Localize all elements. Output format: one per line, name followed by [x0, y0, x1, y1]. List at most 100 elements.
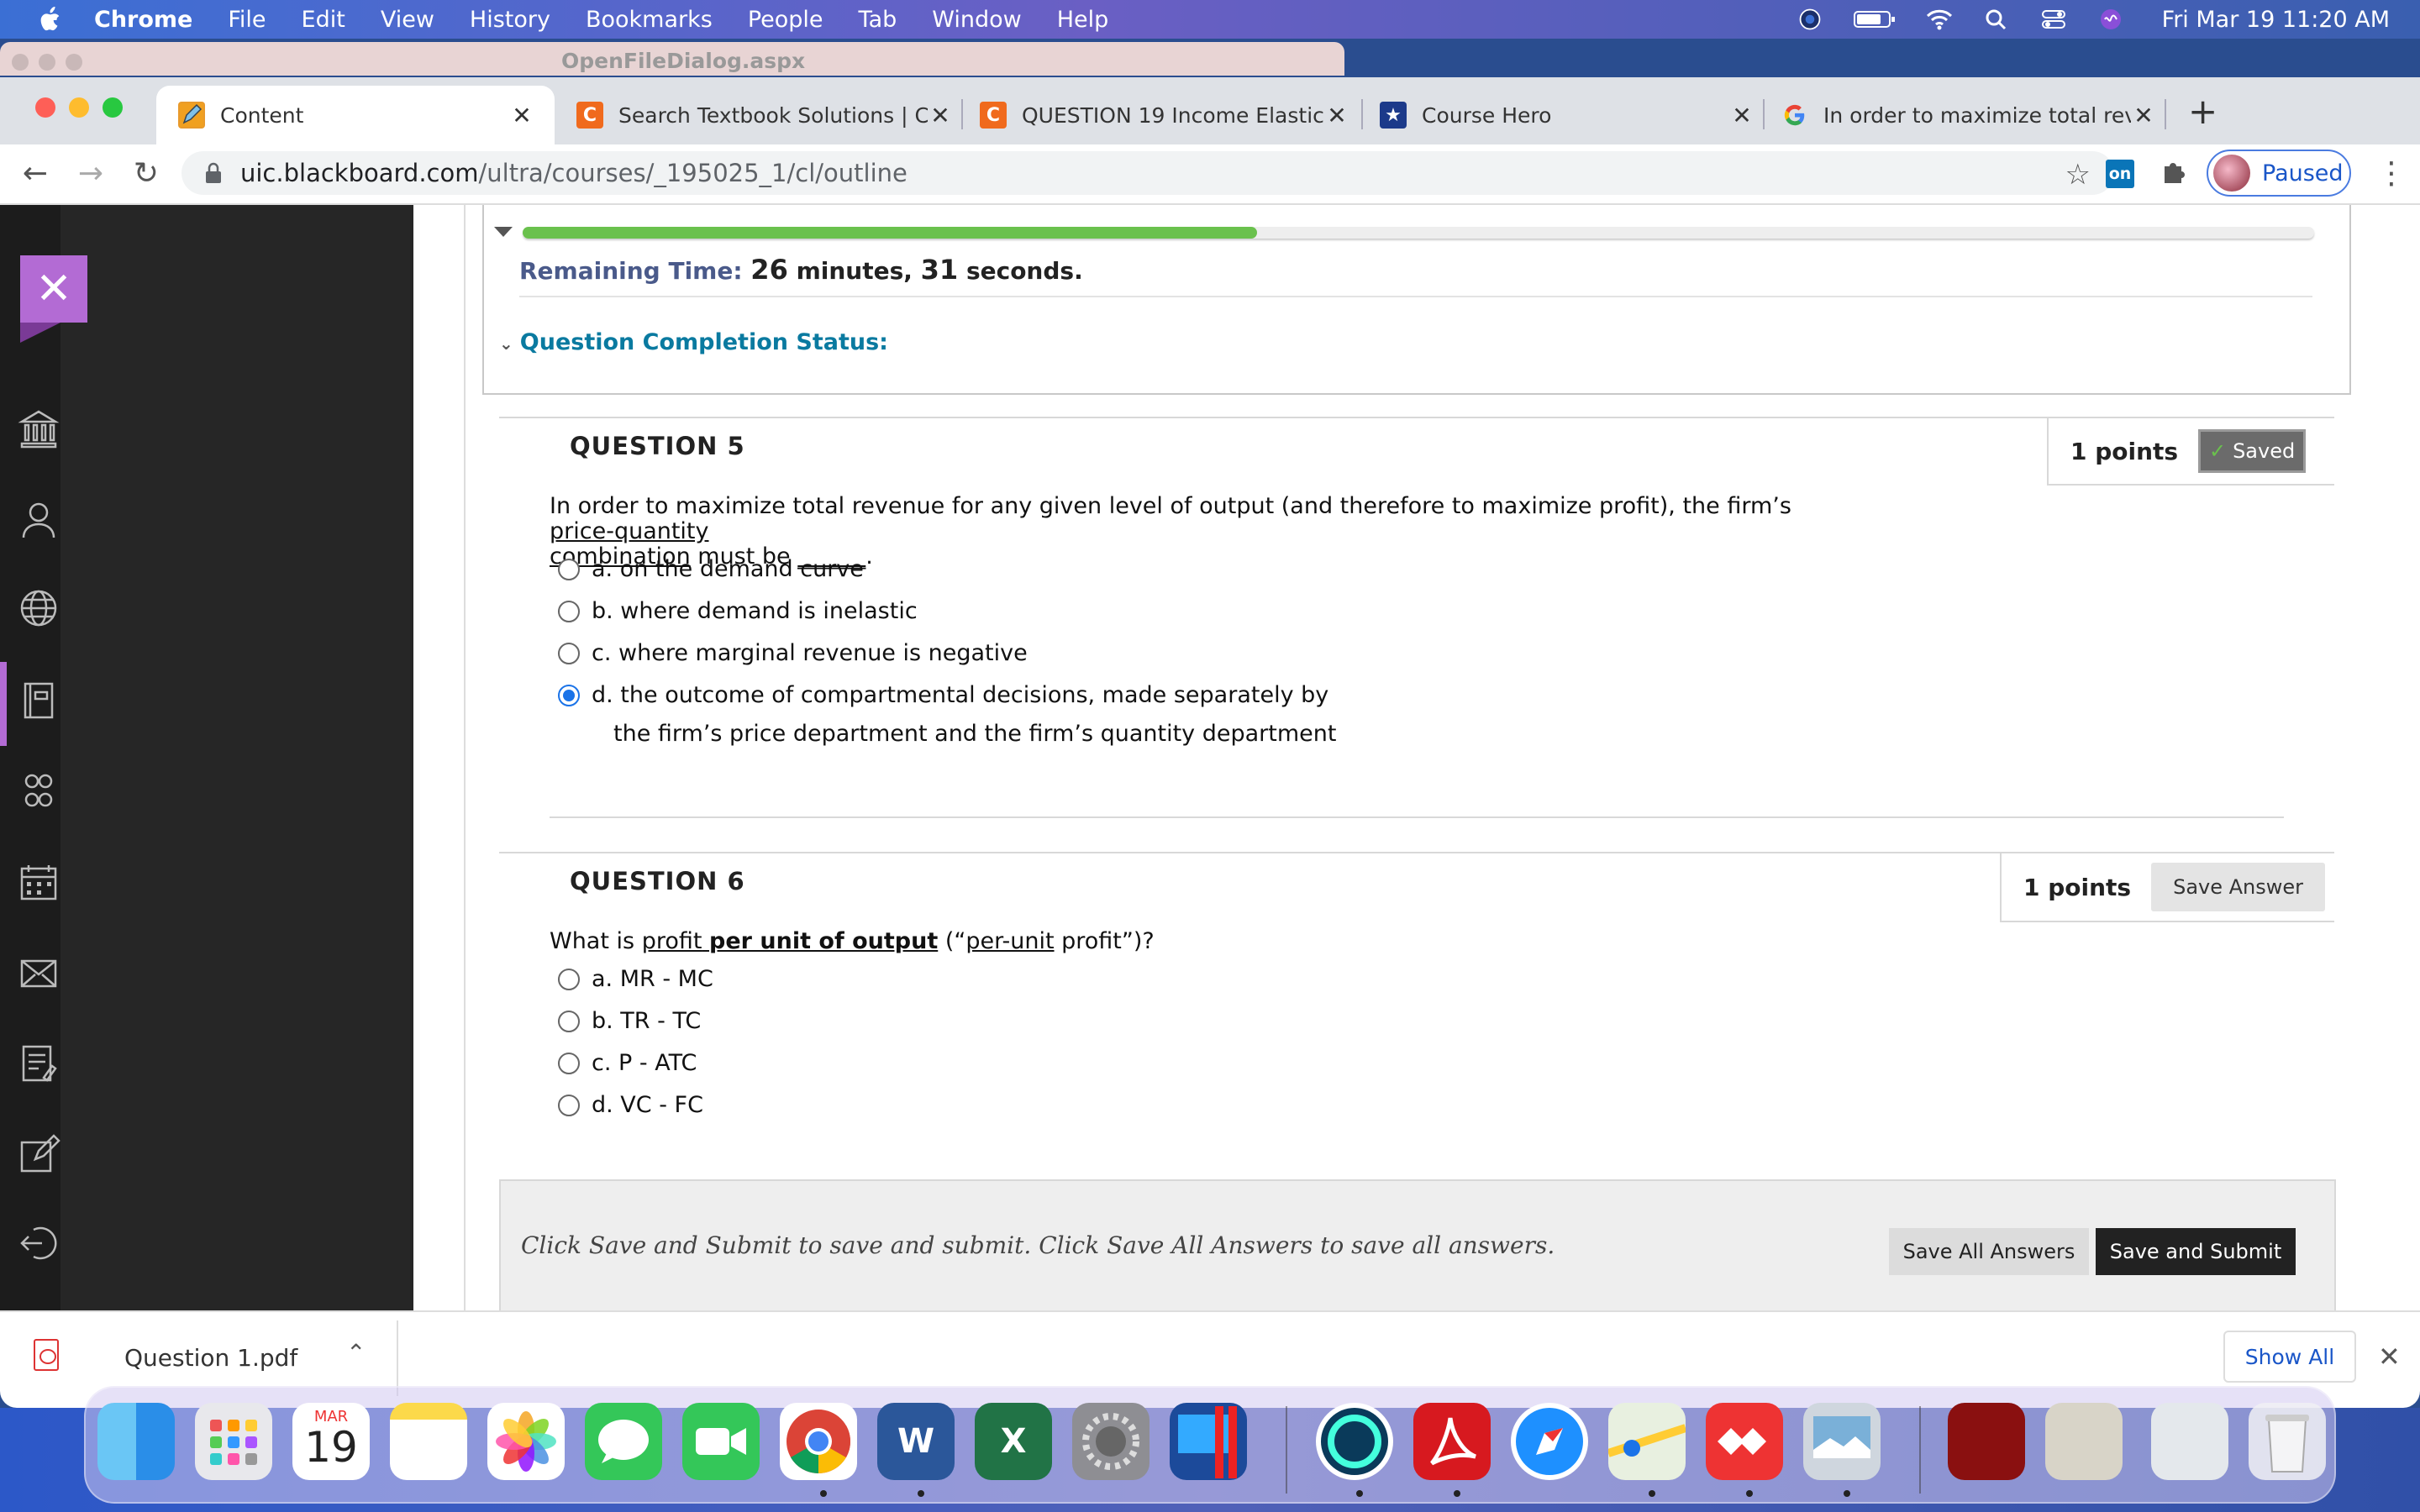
- menu-app-name[interactable]: Chrome: [94, 7, 192, 33]
- collapse-triangle-icon[interactable]: [494, 227, 513, 237]
- question-5-option-c[interactable]: c. where marginal revenue is negative: [558, 640, 1028, 666]
- tab-close-icon[interactable]: ✕: [509, 102, 534, 129]
- menu-clock[interactable]: Fri Mar 19 11:20 AM: [2162, 7, 2390, 33]
- profile-button[interactable]: Paused: [2207, 150, 2351, 197]
- anydesk-icon[interactable]: [1706, 1403, 1783, 1480]
- acrobat-icon[interactable]: [1413, 1403, 1491, 1480]
- chevron-up-icon[interactable]: ⌃: [346, 1339, 366, 1367]
- lock-icon[interactable]: [203, 162, 224, 184]
- profile-user-icon[interactable]: [17, 497, 60, 541]
- reload-icon[interactable]: ↻: [129, 156, 163, 191]
- back-arrow-icon[interactable]: ←: [18, 156, 52, 191]
- question-5-option-b[interactable]: b. where demand is inelastic: [558, 598, 918, 624]
- vpn-status-icon[interactable]: [1796, 7, 1824, 32]
- grades-icon[interactable]: [17, 1042, 60, 1085]
- messages-icon[interactable]: [17, 951, 60, 995]
- recent-chart-thumbnail[interactable]: [2151, 1403, 2228, 1480]
- recent-document-thumbnail[interactable]: [2045, 1403, 2123, 1480]
- webex-icon[interactable]: [1316, 1403, 1393, 1480]
- window-close-button[interactable]: [35, 97, 55, 118]
- radio-button[interactable]: [558, 1052, 580, 1074]
- tab-close-icon[interactable]: ✕: [928, 102, 953, 129]
- saved-button[interactable]: ✓ Saved: [2198, 429, 2307, 473]
- menu-window[interactable]: Window: [932, 7, 1021, 33]
- control-center-icon[interactable]: [2039, 7, 2068, 32]
- save-answer-button[interactable]: Save Answer: [2151, 863, 2326, 911]
- question-5-option-a[interactable]: a. on the demand curve: [558, 556, 864, 582]
- tab-close-icon[interactable]: ✕: [1729, 102, 1754, 129]
- parallels-windows-icon[interactable]: [1170, 1403, 1247, 1480]
- menu-history[interactable]: History: [470, 7, 550, 33]
- maps-icon[interactable]: [1607, 1403, 1687, 1480]
- spotlight-search-icon[interactable]: [1982, 7, 2011, 32]
- institution-icon[interactable]: [17, 407, 60, 450]
- extensions-puzzle-icon[interactable]: [2160, 158, 2188, 194]
- tools-edit-icon[interactable]: [17, 1132, 60, 1176]
- menu-tab[interactable]: Tab: [859, 7, 897, 33]
- question-completion-status-toggle[interactable]: ⌄ Question Completion Status:: [499, 329, 888, 355]
- radio-button[interactable]: [558, 968, 580, 990]
- tab-content[interactable]: Content ✕: [156, 86, 555, 144]
- question-6-option-a[interactable]: a. MR - MC: [558, 966, 713, 992]
- courses-icon[interactable]: [17, 679, 60, 722]
- new-tab-button[interactable]: +: [2188, 91, 2217, 132]
- chrome-app-icon[interactable]: [780, 1403, 857, 1480]
- menu-file[interactable]: File: [228, 7, 266, 33]
- battery-icon[interactable]: [1853, 7, 1897, 32]
- menu-view[interactable]: View: [381, 7, 434, 33]
- question-6-option-b[interactable]: b. TR - TC: [558, 1008, 701, 1034]
- messages-app-icon[interactable]: [585, 1403, 662, 1480]
- calendar-app-icon[interactable]: MAR 19: [292, 1403, 370, 1480]
- bookmark-star-icon[interactable]: ☆: [2065, 158, 2091, 192]
- question-6-option-d[interactable]: d. VC - FC: [558, 1092, 703, 1118]
- facetime-icon[interactable]: [682, 1403, 760, 1480]
- wifi-icon[interactable]: [1925, 7, 1954, 32]
- excel-icon[interactable]: X: [975, 1403, 1052, 1480]
- window-zoom-button[interactable]: [103, 97, 123, 118]
- pdf-file-icon[interactable]: [34, 1339, 59, 1371]
- question-5-option-d[interactable]: d. the outcome of compartmental decision…: [558, 682, 1328, 708]
- tab-google-search[interactable]: In order to maximize total rever ✕: [1781, 86, 2156, 144]
- tab-chegg-textbook[interactable]: C Search Textbook Solutions | Ch ✕: [576, 86, 953, 144]
- menu-people[interactable]: People: [748, 7, 823, 33]
- show-all-downloads-button[interactable]: Show All: [2223, 1331, 2356, 1383]
- radio-button-selected[interactable]: [558, 684, 580, 706]
- word-icon[interactable]: W: [877, 1403, 955, 1480]
- radio-button[interactable]: [558, 1010, 580, 1032]
- tab-close-icon[interactable]: ✕: [1324, 102, 1349, 129]
- siri-icon[interactable]: [2096, 7, 2125, 32]
- menu-bookmarks[interactable]: Bookmarks: [586, 7, 713, 33]
- radio-button[interactable]: [558, 1094, 580, 1116]
- download-filename[interactable]: Question 1.pdf: [124, 1344, 297, 1372]
- trash-icon[interactable]: [2249, 1403, 2326, 1480]
- radio-button[interactable]: [558, 558, 580, 580]
- forward-arrow-icon[interactable]: →: [74, 156, 108, 191]
- close-shelf-icon[interactable]: ✕: [2378, 1341, 2401, 1373]
- preview-icon[interactable]: [1803, 1403, 1881, 1480]
- organizations-icon[interactable]: [17, 769, 60, 813]
- tab-close-icon[interactable]: ✕: [2131, 102, 2156, 129]
- save-and-submit-button[interactable]: Save and Submit: [2096, 1228, 2296, 1275]
- photos-icon[interactable]: [487, 1403, 565, 1480]
- safari-icon[interactable]: [1511, 1403, 1588, 1480]
- chrome-menu-icon[interactable]: ⋮: [2376, 156, 2407, 191]
- tab-course-hero[interactable]: ★ Course Hero ✕: [1380, 86, 1754, 144]
- close-panel-button[interactable]: ✕: [20, 255, 87, 343]
- calendar-icon[interactable]: [17, 860, 60, 904]
- menu-edit[interactable]: Edit: [302, 7, 345, 33]
- question-6-option-c[interactable]: c. P - ATC: [558, 1050, 697, 1076]
- globe-icon[interactable]: [17, 586, 60, 630]
- tab-chegg-question[interactable]: C QUESTION 19 Income Elasticity ✕: [980, 86, 1349, 144]
- system-preferences-icon[interactable]: [1072, 1403, 1150, 1480]
- radio-button[interactable]: [558, 600, 580, 622]
- sign-out-icon[interactable]: [17, 1221, 60, 1265]
- on-extension-icon[interactable]: on: [2106, 160, 2134, 188]
- window-minimize-button[interactable]: [69, 97, 89, 118]
- apple-icon[interactable]: [37, 6, 62, 33]
- radio-button[interactable]: [558, 642, 580, 664]
- launchpad-icon[interactable]: [195, 1403, 272, 1480]
- notes-icon[interactable]: [390, 1403, 467, 1480]
- finder-icon[interactable]: [97, 1403, 175, 1480]
- recent-pdf-icon[interactable]: [1948, 1403, 2025, 1480]
- save-all-answers-button[interactable]: Save All Answers: [1889, 1228, 2089, 1275]
